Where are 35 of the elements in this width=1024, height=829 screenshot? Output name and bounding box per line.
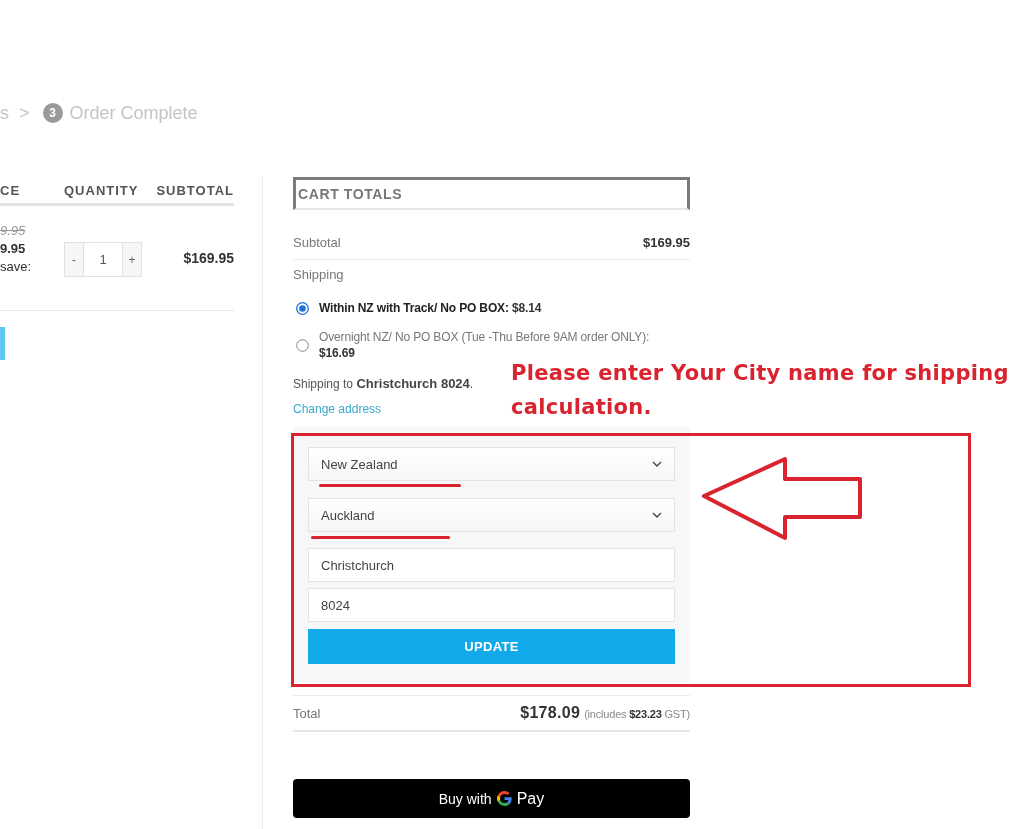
regular-price: 9.95 bbox=[0, 222, 26, 240]
column-header: SUBTOTAL bbox=[156, 182, 234, 198]
decrease-button[interactable]: - bbox=[64, 242, 84, 277]
annotation-note: Please enter Your City name for shipping calculation. bbox=[511, 360, 1010, 421]
line-subtotal: $169.95 bbox=[183, 249, 234, 267]
radio-icon[interactable] bbox=[296, 338, 309, 352]
total-value: $178.09 bbox=[520, 704, 581, 722]
quantity-field[interactable]: 1 bbox=[84, 242, 122, 277]
city-field[interactable]: Christchurch bbox=[308, 548, 675, 582]
g-logo-icon bbox=[496, 791, 512, 806]
shipping-destination: Shipping to Christchurch 8024. bbox=[293, 375, 474, 393]
subtotal-label: Subtotal bbox=[293, 235, 341, 250]
column-header: QUANTITY bbox=[64, 182, 139, 198]
postcode-field[interactable]: 8024 bbox=[308, 588, 675, 622]
chevron-down-icon bbox=[652, 512, 662, 518]
breadcrumb-separator: > bbox=[19, 102, 30, 124]
tax-note: (includes $23.23 GST) bbox=[584, 708, 690, 720]
left-arrow-icon bbox=[702, 457, 862, 540]
google-pay-button[interactable]: Buy with Pay bbox=[293, 779, 690, 818]
breadcrumb-step: Order Complete bbox=[69, 102, 198, 124]
total-label: Total bbox=[293, 705, 321, 721]
savings-label: save: bbox=[0, 258, 32, 276]
country-select[interactable]: New Zealand bbox=[308, 447, 675, 481]
shipping-option-label[interactable]: Overnight NZ/ No PO BOX (Tue -Thu Before 9AM order ONLY): $16.69 bbox=[319, 329, 675, 361]
step-number: 3 bbox=[42, 103, 63, 123]
shipping-option-label[interactable]: Within NZ with Track/ No PO BOX: $8.14 bbox=[319, 300, 542, 316]
chevron-down-icon bbox=[652, 461, 662, 467]
radio-selected-icon[interactable] bbox=[296, 301, 309, 315]
increase-button[interactable]: + bbox=[122, 242, 142, 277]
cart-totals-heading: CART TOTALS bbox=[293, 177, 690, 210]
sale-price: 9.95 bbox=[0, 240, 26, 258]
shipping-label: Shipping bbox=[293, 266, 344, 284]
subtotal-value: $169.95 bbox=[643, 235, 690, 250]
column-header: CE bbox=[0, 182, 21, 198]
region-select[interactable]: Auckland bbox=[308, 498, 675, 532]
